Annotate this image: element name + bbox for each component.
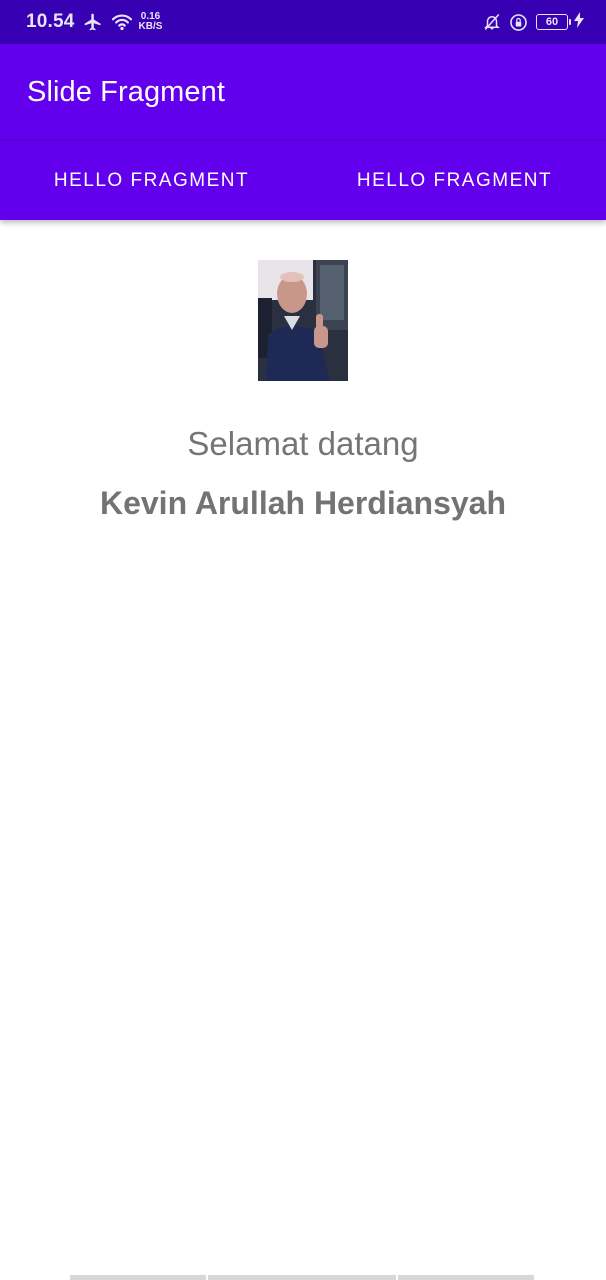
tab-bar: HELLO FRAGMENT HELLO FRAGMENT [0,140,606,220]
app-bar: Slide Fragment [0,44,606,140]
user-name: Kevin Arullah Herdiansyah [99,485,507,521]
welcome-text: Selamat datang [187,425,419,462]
mute-bell-icon [483,12,501,32]
battery-level: 60 [545,16,559,28]
app-title: Slide Fragment [27,75,226,108]
status-right: 60 [475,11,584,33]
battery-icon: 60 [536,14,571,30]
bottom-indicator [70,1275,536,1280]
charging-bolt-icon [574,11,584,33]
net-speed: 0.16 KB/S [139,12,163,32]
bottom-segment [208,1275,396,1280]
status-left: 10.54 0.16 KB/S [26,11,162,33]
status-bar: 10.54 0.16 KB/S 60 [0,0,606,44]
tab-hello-fragment-2[interactable]: HELLO FRAGMENT [303,141,606,220]
lock-rotation-icon [509,13,528,32]
profile-photo [258,260,348,381]
wifi-icon [111,13,133,31]
net-speed-unit: KB/S [138,21,163,32]
status-time: 10.54 [26,11,75,32]
screen: 10.54 0.16 KB/S 60 Slide Fragment HELLO … [0,0,606,1280]
bottom-segment [398,1275,534,1280]
airplane-icon [83,12,103,32]
bottom-segment [70,1275,206,1280]
tab-hello-fragment-1[interactable]: HELLO FRAGMENT [0,141,303,220]
